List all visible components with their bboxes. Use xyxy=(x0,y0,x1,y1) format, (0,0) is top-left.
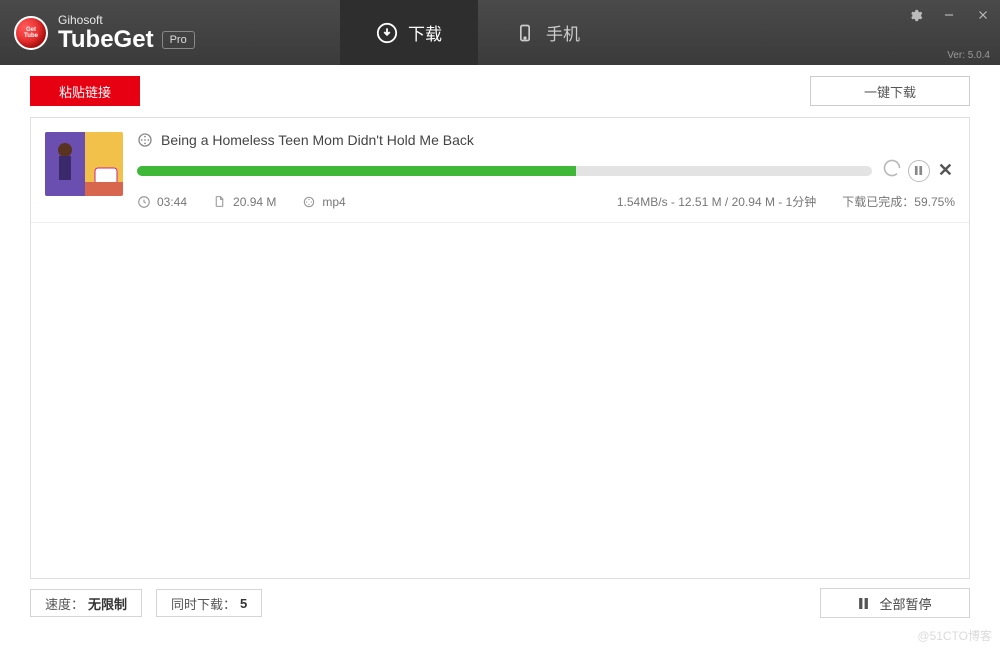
download-item-body: Being a Homeless Teen Mom Didn't Hold Me… xyxy=(137,132,955,210)
gear-icon xyxy=(908,8,923,23)
progress-bar xyxy=(137,166,872,176)
clock-icon xyxy=(137,195,151,209)
format-icon xyxy=(302,195,316,209)
brand-text: Gihosoft TubeGet Pro xyxy=(58,13,195,53)
item-actions: ✕ xyxy=(882,158,955,183)
onekey-download-button[interactable]: 一键下载 xyxy=(810,76,970,106)
concurrent-value: 5 xyxy=(240,596,247,611)
film-icon xyxy=(137,132,153,148)
size-value: 20.94 M xyxy=(233,195,276,209)
pause-icon xyxy=(858,598,869,609)
video-thumbnail xyxy=(45,132,123,196)
download-item: Being a Homeless Teen Mom Didn't Hold Me… xyxy=(31,118,969,223)
download-icon xyxy=(376,22,398,44)
tab-download-label: 下载 xyxy=(408,20,442,45)
brand-company: Gihosoft xyxy=(58,13,195,27)
paste-link-button[interactable]: 粘贴链接 xyxy=(30,76,140,106)
status-line: 下载已完成：59.75% xyxy=(842,193,955,210)
concurrent-control[interactable]: 同时下载： 5 xyxy=(156,589,262,617)
speed-limit-value: 无限制 xyxy=(88,594,127,613)
download-title: Being a Homeless Teen Mom Didn't Hold Me… xyxy=(161,132,474,148)
duration-value: 03:44 xyxy=(157,195,187,209)
brand-name: TubeGet xyxy=(58,27,154,53)
format-value: mp4 xyxy=(322,195,345,209)
remove-item-button[interactable]: ✕ xyxy=(936,160,955,181)
download-list: Being a Homeless Teen Mom Didn't Hold Me… xyxy=(30,117,970,579)
app-logo-icon xyxy=(14,16,48,50)
tab-mobile[interactable]: 手机 xyxy=(478,0,616,65)
watermark: @51CTO博客 xyxy=(917,627,992,644)
version-label: Ver: 5.0.4 xyxy=(947,50,990,61)
window-controls xyxy=(898,0,1000,30)
speed-line: 1.54MB/s - 12.51 M / 20.94 M - 1分钟 xyxy=(617,193,816,210)
brand-block: Gihosoft TubeGet Pro xyxy=(0,13,340,53)
minimize-button[interactable] xyxy=(932,0,966,30)
speed-limit-label: 速度： xyxy=(45,594,84,613)
app-window: { "brand": { "company": "Gihosoft", "nam… xyxy=(0,0,1000,650)
close-icon xyxy=(976,8,990,22)
mobile-icon xyxy=(514,22,536,44)
tab-mobile-label: 手机 xyxy=(546,20,580,45)
file-icon xyxy=(213,195,227,209)
minimize-icon xyxy=(942,8,956,22)
titlebar: Gihosoft TubeGet Pro 下载 xyxy=(0,0,1000,65)
pause-icon xyxy=(914,166,923,175)
edition-badge: Pro xyxy=(162,31,195,49)
statusbar: 速度： 无限制 同时下载： 5 全部暂停 xyxy=(0,579,1000,627)
concurrent-label: 同时下载： xyxy=(171,594,236,613)
speed-limit-control[interactable]: 速度： 无限制 xyxy=(30,589,142,617)
pause-all-label: 全部暂停 xyxy=(879,594,931,613)
progress-fill xyxy=(137,166,576,176)
close-button[interactable] xyxy=(966,0,1000,30)
download-meta: 03:44 20.94 M mp4 xyxy=(137,193,955,210)
main-tabs: 下载 手机 xyxy=(340,0,616,65)
settings-button[interactable] xyxy=(898,0,932,30)
toolbar: 粘贴链接 一键下载 xyxy=(0,65,1000,117)
pause-all-button[interactable]: 全部暂停 xyxy=(820,588,970,618)
spinner-icon xyxy=(882,158,902,183)
tab-download[interactable]: 下载 xyxy=(340,0,478,65)
pause-item-button[interactable] xyxy=(908,160,930,182)
